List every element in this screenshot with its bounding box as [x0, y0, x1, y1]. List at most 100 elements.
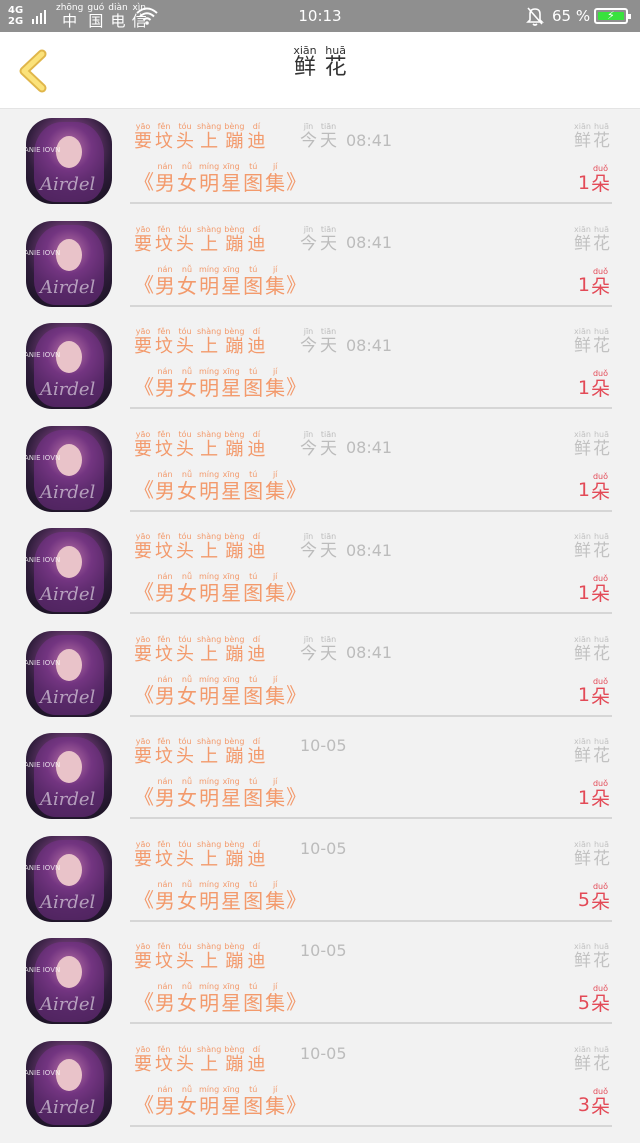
- list-item[interactable]: ANIE IOVN Airdel yāo要fěn坟tóu头shàng上bèng蹦…: [0, 631, 640, 734]
- time-text: 08:41: [346, 234, 392, 253]
- username[interactable]: yāo要fěn坟tóu头shàng上bèng蹦dí迪: [134, 327, 265, 357]
- avatar-caption: ANIE IOVN: [26, 351, 60, 359]
- gift-type: xiān鲜huā花: [574, 532, 610, 561]
- username[interactable]: yāo要fěn坟tóu头shàng上bèng蹦dí迪: [134, 635, 265, 665]
- username[interactable]: yāo要fěn坟tóu头shàng上bèng蹦dí迪: [134, 225, 265, 255]
- list-item[interactable]: ANIE IOVN Airdel yāo要fěn坟tóu头shàng上bèng蹦…: [0, 733, 640, 836]
- list-item[interactable]: ANIE IOVN Airdel yāo要fěn坟tóu头shàng上bèng蹦…: [0, 836, 640, 939]
- gift-count: 1duǒ朵: [578, 369, 610, 400]
- divider: [130, 407, 612, 409]
- username[interactable]: yāo要fěn坟tóu头shàng上bèng蹦dí迪: [134, 532, 265, 562]
- gift-count: 1duǒ朵: [578, 267, 610, 298]
- gift-type: xiān鲜huā花: [574, 840, 610, 869]
- avatar[interactable]: ANIE IOVN Airdel: [26, 836, 112, 922]
- username[interactable]: yāo要fěn坟tóu头shàng上bèng蹦dí迪: [134, 122, 265, 152]
- album-title[interactable]: 《nán男nǚ女míng明xīng星tú图jí集》: [134, 572, 306, 604]
- gift-type: xiān鲜huā花: [574, 327, 610, 356]
- count-number: 1: [578, 172, 590, 195]
- username[interactable]: yāo要fěn坟tóu头shàng上bèng蹦dí迪: [134, 840, 265, 870]
- album-title[interactable]: 《nán男nǚ女míng明xīng星tú图jí集》: [134, 367, 306, 399]
- gift-count: 3duǒ朵: [578, 1087, 610, 1118]
- timestamp: jīn今tiān天08:41: [300, 122, 392, 151]
- avatar[interactable]: ANIE IOVN Airdel: [26, 323, 112, 409]
- avatar-watermark: Airdel: [40, 482, 95, 503]
- album-title[interactable]: 《nán男nǚ女míng明xīng星tú图jí集》: [134, 470, 306, 502]
- divider: [130, 715, 612, 717]
- gift-count: 1duǒ朵: [578, 472, 610, 503]
- count-number: 1: [578, 787, 590, 810]
- count-number: 1: [578, 274, 590, 297]
- count-number: 3: [578, 1094, 590, 1117]
- album-title[interactable]: 《nán男nǚ女míng明xīng星tú图jí集》: [134, 162, 306, 194]
- avatar-caption: ANIE IOVN: [26, 761, 60, 769]
- gift-list: ANIE IOVN Airdel yāo要fěn坟tóu头shàng上bèng蹦…: [0, 118, 640, 1143]
- avatar[interactable]: ANIE IOVN Airdel: [26, 221, 112, 307]
- username[interactable]: yāo要fěn坟tóu头shàng上bèng蹦dí迪: [134, 430, 265, 460]
- list-item[interactable]: ANIE IOVN Airdel yāo要fěn坟tóu头shàng上bèng蹦…: [0, 323, 640, 426]
- list-item[interactable]: ANIE IOVN Airdel yāo要fěn坟tóu头shàng上bèng蹦…: [0, 221, 640, 324]
- list-item[interactable]: ANIE IOVN Airdel yāo要fěn坟tóu头shàng上bèng蹦…: [0, 118, 640, 221]
- count-number: 1: [578, 582, 590, 605]
- avatar[interactable]: ANIE IOVN Airdel: [26, 733, 112, 819]
- time-text: 10-05: [300, 840, 347, 859]
- album-title[interactable]: 《nán男nǚ女míng明xīng星tú图jí集》: [134, 777, 306, 809]
- avatar-caption: ANIE IOVN: [26, 249, 60, 257]
- gift-count: 1duǒ朵: [578, 779, 610, 810]
- list-item[interactable]: ANIE IOVN Airdel yāo要fěn坟tóu头shàng上bèng蹦…: [0, 1041, 640, 1143]
- gift-count: 5duǒ朵: [578, 882, 610, 913]
- avatar[interactable]: ANIE IOVN Airdel: [26, 118, 112, 204]
- count-number: 1: [578, 479, 590, 502]
- mute-bell-icon: [526, 6, 544, 26]
- timestamp: 10-05: [300, 1045, 347, 1064]
- album-title[interactable]: 《nán男nǚ女míng明xīng星tú图jí集》: [134, 982, 306, 1014]
- avatar[interactable]: ANIE IOVN Airdel: [26, 426, 112, 512]
- list-item[interactable]: ANIE IOVN Airdel yāo要fěn坟tóu头shàng上bèng蹦…: [0, 426, 640, 529]
- album-title[interactable]: 《nán男nǚ女míng明xīng星tú图jí集》: [134, 1085, 306, 1117]
- avatar[interactable]: ANIE IOVN Airdel: [26, 528, 112, 614]
- divider: [130, 612, 612, 614]
- battery-icon: ⚡: [594, 8, 628, 24]
- divider: [130, 920, 612, 922]
- avatar[interactable]: ANIE IOVN Airdel: [26, 1041, 112, 1127]
- gift-count: 5duǒ朵: [578, 984, 610, 1015]
- username[interactable]: yāo要fěn坟tóu头shàng上bèng蹦dí迪: [134, 942, 265, 972]
- list-item[interactable]: ANIE IOVN Airdel yāo要fěn坟tóu头shàng上bèng蹦…: [0, 528, 640, 631]
- gift-count: 1duǒ朵: [578, 164, 610, 195]
- gift-count: 1duǒ朵: [578, 677, 610, 708]
- divider: [130, 1125, 612, 1127]
- time-text: 08:41: [346, 337, 392, 356]
- username[interactable]: yāo要fěn坟tóu头shàng上bèng蹦dí迪: [134, 737, 265, 767]
- gift-type: xiān鲜huā花: [574, 430, 610, 459]
- count-number: 1: [578, 684, 590, 707]
- avatar-caption: ANIE IOVN: [26, 146, 60, 154]
- time-text: 08:41: [346, 132, 392, 151]
- avatar-watermark: Airdel: [40, 1097, 95, 1118]
- gift-type: xiān鲜huā花: [574, 122, 610, 151]
- album-title[interactable]: 《nán男nǚ女míng明xīng星tú图jí集》: [134, 880, 306, 912]
- count-number: 5: [578, 992, 590, 1015]
- avatar[interactable]: ANIE IOVN Airdel: [26, 631, 112, 717]
- time-text: 10-05: [300, 1045, 347, 1064]
- time-text: 10-05: [300, 942, 347, 961]
- avatar[interactable]: ANIE IOVN Airdel: [26, 938, 112, 1024]
- gift-type: xiān鲜huā花: [574, 737, 610, 766]
- count-number: 1: [578, 377, 590, 400]
- divider: [130, 817, 612, 819]
- battery-percent: 65 %: [552, 7, 590, 25]
- list-item[interactable]: ANIE IOVN Airdel yāo要fěn坟tóu头shàng上bèng蹦…: [0, 938, 640, 1041]
- avatar-caption: ANIE IOVN: [26, 1069, 60, 1077]
- timestamp: jīn今tiān天08:41: [300, 635, 392, 664]
- album-title[interactable]: 《nán男nǚ女míng明xīng星tú图jí集》: [134, 265, 306, 297]
- album-title[interactable]: 《nán男nǚ女míng明xīng星tú图jí集》: [134, 675, 306, 707]
- divider: [130, 305, 612, 307]
- timestamp: jīn今tiān天08:41: [300, 532, 392, 561]
- username[interactable]: yāo要fěn坟tóu头shàng上bèng蹦dí迪: [134, 1045, 265, 1075]
- avatar-watermark: Airdel: [40, 687, 95, 708]
- divider: [130, 510, 612, 512]
- avatar-caption: ANIE IOVN: [26, 966, 60, 974]
- timestamp: 10-05: [300, 840, 347, 859]
- avatar-watermark: Airdel: [40, 379, 95, 400]
- page-title: xiān鲜 huā花: [0, 46, 640, 80]
- status-bar: 4G 2G zhōng中 guó国 diàn电 xìn信 10:13 65 % …: [0, 0, 640, 32]
- time-text: 08:41: [346, 439, 392, 458]
